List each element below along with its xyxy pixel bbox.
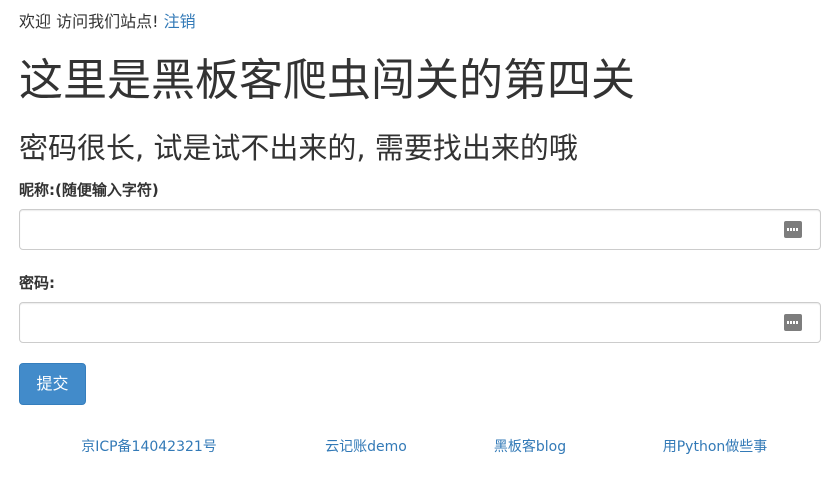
nickname-input[interactable]: [20, 210, 780, 249]
footer-link-icp[interactable]: 京ICP备14042321号: [81, 437, 217, 457]
footer-link-demo[interactable]: 云记账demo: [325, 437, 407, 457]
welcome-bar: 欢迎 访问我们站点! 注销: [19, 11, 196, 33]
footer-link-blog[interactable]: 黑板客blog: [494, 437, 566, 457]
footer-links: 京ICP备14042321号 云记账demo 黑板客blog 用Python做些…: [0, 437, 840, 457]
password-input[interactable]: [20, 303, 780, 342]
logout-link[interactable]: 注销: [164, 12, 196, 31]
page-title: 这里是黑板客爬虫闯关的第四关: [19, 55, 635, 106]
password-label: 密码:: [19, 274, 55, 292]
nickname-label: 昵称:(随便输入字符): [19, 181, 159, 199]
password-manager-icon[interactable]: [784, 314, 802, 331]
password-manager-icon[interactable]: [784, 221, 802, 238]
footer-link-python[interactable]: 用Python做些事: [663, 437, 768, 457]
submit-button[interactable]: 提交: [19, 363, 86, 405]
page-subtitle: 密码很长, 试是试不出来的, 需要找出来的哦: [19, 131, 578, 165]
nickname-field[interactable]: [19, 209, 821, 250]
password-field[interactable]: [19, 302, 821, 343]
welcome-text: 欢迎 访问我们站点!: [19, 12, 164, 31]
